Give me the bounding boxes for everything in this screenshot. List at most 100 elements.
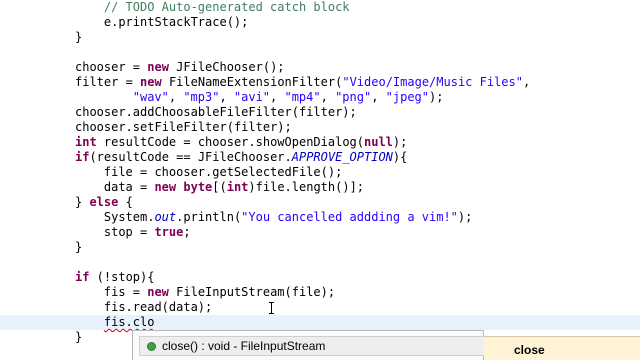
code-token: data = (103, 180, 155, 194)
code-line[interactable]: // TODO Auto-generated catch block (0, 0, 640, 15)
code-text: int resultCode = chooser.showOpenDialog(… (75, 135, 407, 150)
code-token: FileInputStream(file); (168, 285, 336, 299)
code-line[interactable]: chooser.addChoosableFileFilter(filter); (0, 105, 640, 120)
code-line[interactable]: filter = new FileNameExtensionFilter("Vi… (0, 75, 640, 90)
code-token: e.printStackTrace(); (103, 15, 249, 29)
code-token: fis.read(data); (103, 300, 213, 314)
code-line[interactable]: } else { (0, 195, 640, 210)
code-line[interactable]: } (0, 240, 640, 255)
code-line[interactable]: fis = new FileInputStream(file); (0, 285, 640, 300)
code-token: if (75, 150, 90, 164)
code-token: "avi" (233, 90, 271, 104)
code-token: if (75, 270, 90, 284)
code-line[interactable]: } (0, 30, 640, 45)
code-token: file = chooser.getSelectedFile(); (103, 165, 343, 179)
code-token: )file.length()]; (248, 180, 365, 194)
code-token: fis.clo (103, 315, 155, 329)
code-token: FileNameExtensionFilter( (161, 75, 343, 89)
code-token: new (147, 285, 169, 299)
code-token: , (320, 90, 336, 104)
code-text: } else { (75, 195, 133, 210)
code-line[interactable]: if (!stop){ (0, 270, 640, 285)
code-line[interactable]: if(resultCode == JFileChooser.APPROVE_OP… (0, 150, 640, 165)
code-text: file = chooser.getSelectedFile(); (104, 165, 342, 180)
code-line[interactable]: file = chooser.getSelectedFile(); (0, 165, 640, 180)
content-assist-popup[interactable]: close() : void - FileInputStream (132, 330, 531, 360)
code-line[interactable] (0, 255, 640, 270)
code-token: int (75, 135, 97, 149)
code-token: (!stop){ (89, 270, 155, 284)
code-token: , (270, 90, 285, 104)
code-token: ); (457, 210, 473, 224)
code-token: } (75, 330, 83, 344)
code-token: System. (103, 210, 155, 224)
code-token: (resultCode == JFileChooser. (89, 150, 292, 164)
code-token: resultCode = chooser.showOpenDialog( (96, 135, 364, 149)
code-text: filter = new FileNameExtensionFilter("Vi… (75, 75, 530, 90)
code-token: "Video/Image/Music Files" (342, 75, 523, 89)
code-token: "jpeg" (385, 90, 429, 104)
code-token: filter = (75, 75, 141, 89)
code-token: // TODO Auto-generated catch block (103, 0, 350, 14)
code-token: fis = (103, 285, 148, 299)
code-text: } (75, 30, 82, 45)
code-line[interactable]: "wav", "mp3", "avi", "mp4", "png", "jpeg… (0, 90, 640, 105)
code-editor[interactable]: // TODO Auto-generated catch block e.prin… (0, 0, 640, 360)
code-token: ; (183, 225, 191, 239)
code-token: .println( (176, 210, 242, 224)
code-token: { (118, 195, 133, 209)
code-text: stop = true; (104, 225, 191, 240)
javadoc-method-name: close (514, 343, 545, 357)
code-text: e.printStackTrace(); (104, 15, 249, 30)
code-text: chooser.setFileFilter(filter); (75, 120, 292, 135)
code-line[interactable]: chooser = new JFileChooser(); (0, 60, 640, 75)
code-text: fis.read(data); (104, 300, 212, 315)
code-token: ); (429, 90, 444, 104)
code-token: new (147, 60, 169, 74)
code-text: if (!stop){ (75, 270, 154, 285)
code-token: chooser.addChoosableFileFilter(filter); (75, 105, 357, 119)
code-token: } (75, 240, 83, 254)
code-line[interactable]: stop = true; (0, 225, 640, 240)
code-token: "png" (335, 90, 372, 104)
code-token: new (154, 180, 177, 194)
code-line[interactable]: int resultCode = chooser.showOpenDialog(… (0, 135, 640, 150)
code-text: // TODO Auto-generated catch block (104, 0, 350, 15)
code-line[interactable]: fis.clo (0, 315, 640, 330)
code-token: null (364, 135, 393, 149)
code-line[interactable] (0, 45, 640, 60)
code-token: chooser = (75, 60, 148, 74)
code-token: true (154, 225, 184, 239)
public-method-icon (147, 341, 156, 351)
code-text: } (75, 330, 82, 345)
code-text: chooser.addChoosableFileFilter(filter); (75, 105, 357, 120)
code-token: , (522, 75, 531, 89)
code-token: stop = (103, 225, 155, 239)
code-line[interactable]: chooser.setFileFilter(filter); (0, 120, 640, 135)
completion-item-close[interactable]: close() : void - FileInputStream (139, 336, 531, 356)
code-token: "wav" (132, 90, 169, 104)
code-text: fis.clo (104, 315, 155, 330)
code-text: if(resultCode == JFileChooser.APPROVE_OP… (75, 150, 407, 165)
code-token: new (140, 75, 162, 89)
code-line[interactable]: fis.read(data); (0, 300, 640, 315)
code-text: System.out.println("You cancelled adddin… (104, 210, 473, 225)
code-token: else (89, 195, 119, 209)
completion-item-label: close() : void - FileInputStream (162, 339, 326, 353)
code-line[interactable]: System.out.println("You cancelled adddin… (0, 210, 640, 225)
text-cursor-icon (268, 302, 275, 314)
code-text: "wav", "mp3", "avi", "mp4", "png", "jpeg… (133, 90, 444, 105)
code-text: } (75, 240, 82, 255)
code-token: } (75, 195, 90, 209)
code-text: data = new byte[(int)file.length()]; (104, 180, 364, 195)
code-token: "You cancelled addding a vim!" (241, 210, 458, 224)
code-text: chooser = new JFileChooser(); (75, 60, 285, 75)
code-token: ); (392, 135, 408, 149)
code-line[interactable]: e.printStackTrace(); (0, 15, 640, 30)
code-token: ){ (392, 150, 408, 164)
code-token: [( (212, 180, 227, 194)
code-token: JFileChooser(); (168, 60, 285, 74)
code-token: APPROVE_OPTION (291, 150, 393, 164)
code-line[interactable]: data = new byte[(int)file.length()]; (0, 180, 640, 195)
code-token: } (75, 30, 83, 44)
